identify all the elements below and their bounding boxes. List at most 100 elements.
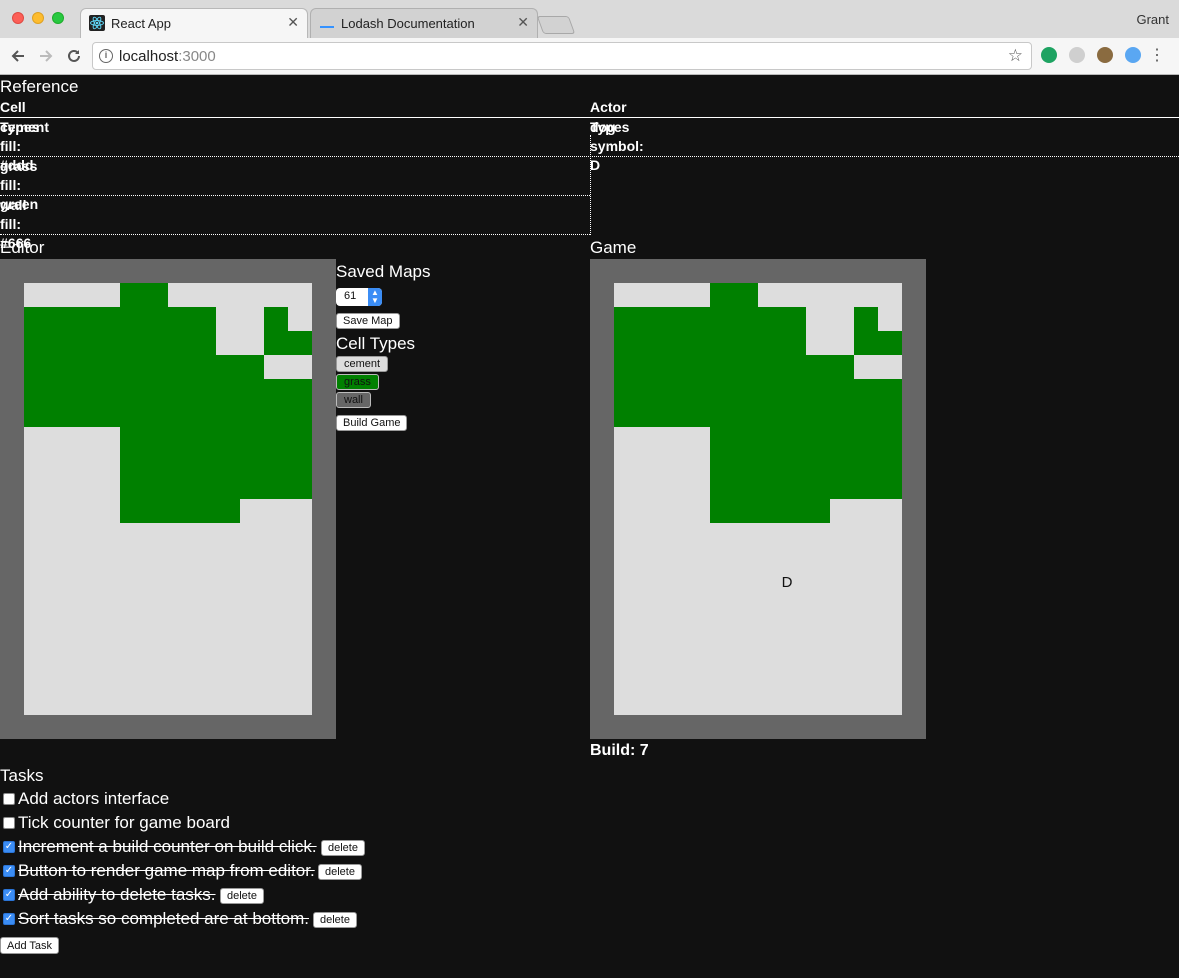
- grass-cell[interactable]: [144, 331, 168, 355]
- grass-cell[interactable]: [144, 379, 168, 403]
- grass-cell[interactable]: [264, 475, 288, 499]
- tab-lodash-documentation[interactable]: Lodash Documentation ✕: [310, 8, 538, 38]
- grass-cell[interactable]: [192, 427, 216, 451]
- new-tab-button[interactable]: [536, 16, 576, 34]
- grass-cell[interactable]: [192, 451, 216, 475]
- grass-cell[interactable]: [216, 379, 240, 403]
- extension-blue-icon[interactable]: [1125, 47, 1141, 63]
- grass-cell[interactable]: [216, 475, 240, 499]
- bookmark-star-icon[interactable]: ☆: [1008, 46, 1023, 66]
- grass-cell[interactable]: [288, 451, 312, 475]
- grass-cell[interactable]: [168, 475, 192, 499]
- delete-task-button[interactable]: delete: [313, 912, 357, 928]
- grass-cell[interactable]: [72, 355, 96, 379]
- cell-type-wall-button[interactable]: wall: [336, 392, 371, 408]
- grass-cell[interactable]: [216, 355, 240, 379]
- grass-cell[interactable]: [168, 355, 192, 379]
- grass-cell[interactable]: [24, 379, 48, 403]
- grass-cell[interactable]: [96, 331, 120, 355]
- maximize-window-button[interactable]: [52, 12, 64, 24]
- grass-cell[interactable]: [216, 451, 240, 475]
- grass-cell[interactable]: [120, 427, 144, 451]
- grass-cell[interactable]: [72, 403, 96, 427]
- grass-cell[interactable]: [24, 355, 48, 379]
- grass-cell[interactable]: [144, 451, 168, 475]
- grass-cell[interactable]: [120, 283, 144, 307]
- grass-cell[interactable]: [264, 427, 288, 451]
- grass-cell[interactable]: [168, 451, 192, 475]
- grass-cell[interactable]: [96, 307, 120, 331]
- reload-icon[interactable]: [64, 46, 84, 66]
- grass-cell[interactable]: [120, 307, 144, 331]
- grass-cell[interactable]: [264, 307, 288, 331]
- saved-map-select[interactable]: 61 ▲ ▼: [336, 288, 382, 306]
- task-checkbox[interactable]: ✓: [3, 841, 15, 853]
- grass-cell[interactable]: [192, 499, 216, 523]
- grass-cell[interactable]: [192, 379, 216, 403]
- task-checkbox[interactable]: [3, 793, 15, 805]
- grass-cell[interactable]: [240, 475, 264, 499]
- grass-cell[interactable]: [264, 379, 288, 403]
- grass-cell[interactable]: [168, 331, 192, 355]
- grass-cell[interactable]: [288, 331, 312, 355]
- grass-cell[interactable]: [48, 331, 72, 355]
- grass-cell[interactable]: [168, 307, 192, 331]
- extension-green-icon[interactable]: [1041, 47, 1057, 63]
- task-checkbox[interactable]: ✓: [3, 913, 15, 925]
- grass-cell[interactable]: [144, 403, 168, 427]
- grass-cell[interactable]: [240, 355, 264, 379]
- grass-cell[interactable]: [120, 499, 144, 523]
- grass-cell[interactable]: [192, 475, 216, 499]
- grass-cell[interactable]: [216, 403, 240, 427]
- task-checkbox[interactable]: [3, 817, 15, 829]
- grass-cell[interactable]: [288, 379, 312, 403]
- grass-cell[interactable]: [240, 427, 264, 451]
- grass-cell[interactable]: [240, 403, 264, 427]
- grass-cell[interactable]: [144, 355, 168, 379]
- add-task-button[interactable]: Add Task: [0, 937, 60, 954]
- cell-type-cement-button[interactable]: cement: [336, 356, 389, 372]
- extension-shield-icon[interactable]: [1069, 47, 1085, 63]
- grass-cell[interactable]: [168, 403, 192, 427]
- grass-cell[interactable]: [264, 331, 288, 355]
- grass-cell[interactable]: [72, 331, 96, 355]
- grass-cell[interactable]: [144, 427, 168, 451]
- grass-cell[interactable]: [264, 451, 288, 475]
- grass-cell[interactable]: [216, 499, 240, 523]
- grass-cell[interactable]: [120, 379, 144, 403]
- cell-type-grass-button[interactable]: grass: [336, 374, 379, 390]
- grass-cell[interactable]: [144, 307, 168, 331]
- profile-name[interactable]: Grant: [1136, 12, 1169, 27]
- menu-dots-icon[interactable]: ⋮: [1149, 46, 1165, 66]
- grass-cell[interactable]: [48, 355, 72, 379]
- grass-cell[interactable]: [120, 403, 144, 427]
- grass-cell[interactable]: [192, 307, 216, 331]
- grass-cell[interactable]: [192, 331, 216, 355]
- save-map-button[interactable]: Save Map: [336, 313, 400, 329]
- grass-cell[interactable]: [144, 475, 168, 499]
- delete-task-button[interactable]: delete: [321, 840, 365, 856]
- close-icon[interactable]: ✕: [287, 14, 299, 31]
- editor-board[interactable]: [0, 259, 336, 739]
- extension-cat-icon[interactable]: [1097, 47, 1113, 63]
- grass-cell[interactable]: [24, 331, 48, 355]
- grass-cell[interactable]: [96, 403, 120, 427]
- grass-cell[interactable]: [48, 307, 72, 331]
- grass-cell[interactable]: [144, 283, 168, 307]
- grass-cell[interactable]: [192, 355, 216, 379]
- address-bar[interactable]: i localhost:3000 ☆: [92, 42, 1032, 70]
- back-arrow-icon[interactable]: [8, 46, 28, 66]
- grass-cell[interactable]: [216, 427, 240, 451]
- grass-cell[interactable]: [48, 379, 72, 403]
- grass-cell[interactable]: [120, 475, 144, 499]
- grass-cell[interactable]: [168, 427, 192, 451]
- grass-cell[interactable]: [96, 355, 120, 379]
- grass-cell[interactable]: [288, 427, 312, 451]
- delete-task-button[interactable]: delete: [318, 864, 362, 880]
- grass-cell[interactable]: [120, 451, 144, 475]
- info-icon[interactable]: i: [99, 49, 113, 63]
- tab-react-app[interactable]: React App ✕: [80, 8, 308, 38]
- grass-cell[interactable]: [264, 403, 288, 427]
- grass-cell[interactable]: [48, 403, 72, 427]
- grass-cell[interactable]: [240, 379, 264, 403]
